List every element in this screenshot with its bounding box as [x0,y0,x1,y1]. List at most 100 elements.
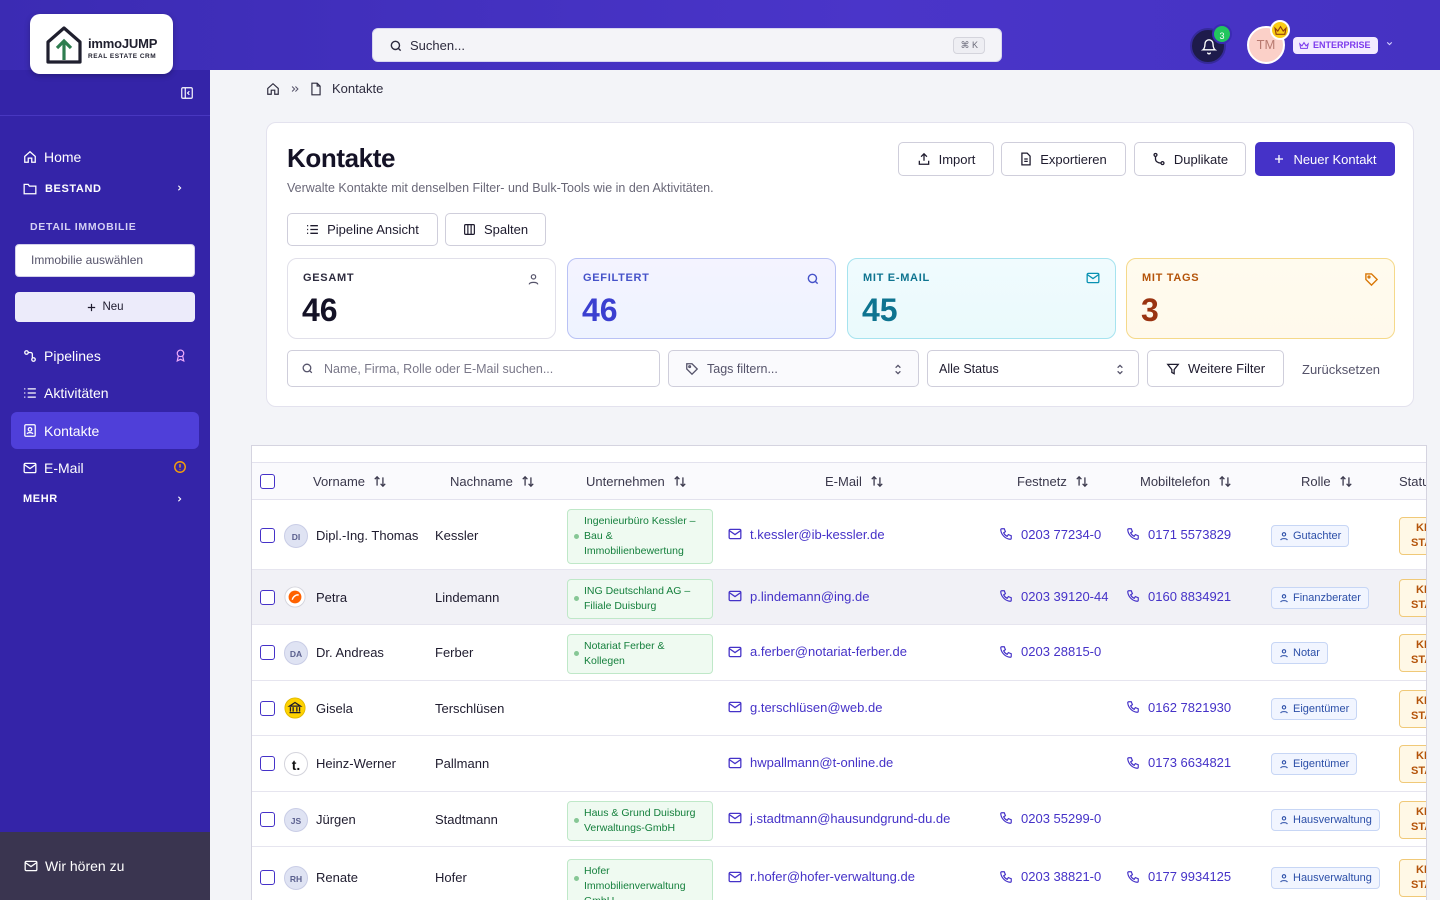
reset-filters-button[interactable]: Zurücksetzen [1302,362,1380,377]
columns-button[interactable]: Spalten [445,213,546,246]
row-checkbox[interactable] [260,756,275,771]
email-link[interactable]: r.hofer@hofer-verwaltung.de [728,869,915,884]
table-row[interactable]: DI Dipl.-Ing. Thomas Kessler Ingenieurbü… [252,501,1426,570]
column-header-unternehmen[interactable]: Unternehmen [586,474,687,489]
column-header-mobiltelefon[interactable]: Mobiltelefon [1140,474,1232,489]
feedback-button[interactable]: Wir hören zu [0,832,210,900]
table-row[interactable]: JS Jürgen Stadtmann Haus & Grund Duisbur… [252,792,1426,847]
row-checkbox[interactable] [260,527,275,543]
status-badge[interactable]: KE STA [1399,859,1426,897]
mobile-link[interactable]: 0171 5573829 [1126,527,1231,542]
app-logo[interactable]: immoJUMP REAL ESTATE CRM [30,14,173,74]
more-filters-button[interactable]: Weitere Filter [1147,350,1284,387]
notifications-button[interactable]: 3 [1190,24,1232,64]
sidebar-item-pipelines[interactable]: Pipelines [11,337,199,374]
import-button[interactable]: Import [898,142,994,176]
phone-link[interactable]: 0203 38821-0 [999,869,1101,884]
sidebar-group-mehr[interactable]: MEHR [23,493,182,505]
status-badge[interactable]: KE STA [1399,634,1426,672]
company-name: Haus & Grund Duisburg Verwaltungs-GmbH [584,806,696,834]
table-row[interactable]: Petra Lindemann ING Deutschland AG – Fil… [252,570,1426,625]
pipeline-view-button[interactable]: Pipeline Ansicht [287,213,438,246]
status-filter-select[interactable]: Alle Status [927,350,1139,387]
export-button[interactable]: Exportieren [1001,142,1126,176]
column-header-nachname[interactable]: Nachname [450,474,535,489]
status-line-1: KE [1416,864,1426,876]
role-label: Hausverwaltung [1293,872,1372,884]
chevron-up-down-icon [1117,364,1123,375]
mobile-number: 0160 8834921 [1148,588,1232,604]
column-header-vorname[interactable]: Vorname [313,474,387,489]
phone-link[interactable]: 0203 28815-0 [999,644,1101,659]
sidebar-collapse-icon[interactable] [180,86,194,100]
row-checkbox[interactable] [260,589,275,605]
sidebar-item-label: Kontakte [44,422,100,439]
table-row[interactable]: RH Renate Hofer Hofer Immobilienverwaltu… [252,847,1426,900]
row-checkbox[interactable] [260,811,275,827]
mobile-link[interactable]: 0160 8834921 [1126,589,1231,604]
status-badge[interactable]: KE STA [1399,578,1426,617]
column-header-rolle[interactable]: Rolle [1301,474,1353,489]
mobile-link[interactable]: 0173 6634821 [1126,755,1231,770]
phone-link[interactable]: 0203 77234-0 [999,527,1101,542]
sidebar-item-email[interactable]: E-Mail [11,449,199,486]
mail-icon [23,462,37,473]
status-badge[interactable]: KE STA [1399,800,1426,839]
upload-icon [918,152,929,165]
select-all-checkbox[interactable] [260,474,275,489]
status-badge[interactable]: KE STA [1399,516,1426,555]
company-tag[interactable]: Ingenieurbüro Kessler – Bau & Immobilien… [567,509,713,564]
user-avatar[interactable]: TM [1247,20,1290,64]
breadcrumb-current: Kontakte [332,81,384,96]
email-link[interactable]: j.stadtmann@hausundgrund-du.de [728,811,950,826]
column-label: Mobiltelefon [1140,474,1211,489]
home-icon[interactable] [266,82,280,96]
phone-link[interactable]: 0203 55299-0 [999,811,1101,826]
company-tag[interactable]: ING Deutschland AG – Filiale Duisburg [567,578,713,619]
sidebar-item-aktivitaeten[interactable]: Aktivitäten [11,374,199,411]
duplicates-button[interactable]: Duplikate [1134,142,1246,176]
sidebar-item-home[interactable]: Home [11,138,199,175]
company-tag[interactable]: Hofer Immobilienverwaltung GmbH [567,859,713,900]
column-header-email[interactable]: E-Mail [825,474,884,489]
company-tag[interactable]: Haus & Grund Duisburg Verwaltungs-GmbH [567,800,713,841]
company-tag[interactable]: Notariat Ferber & Kollegen [567,634,713,674]
email-link[interactable]: hwpallmann@t-online.de [728,755,893,770]
row-checkbox[interactable] [260,700,275,716]
sidebar-item-kontakte[interactable]: Kontakte [11,412,199,449]
row-checkbox[interactable] [260,645,275,660]
email-link[interactable]: p.lindemann@ing.de [728,589,869,604]
status-badge[interactable]: KE STA [1399,745,1426,783]
phone-icon [1127,701,1139,713]
row-checkbox[interactable] [260,870,275,885]
email-link[interactable]: a.ferber@notariat-ferber.de [728,644,907,659]
chevron-down-icon[interactable] [1385,39,1394,48]
status-badge[interactable]: KE STA [1399,689,1426,728]
global-search[interactable]: Suchen... ⌘ K [372,28,1002,62]
stat-value: 45 [862,292,898,328]
cell-nachname: Stadtmann [435,811,498,827]
cell-vorname: Dr. Andreas [316,645,384,660]
sidebar-group-label: BESTAND [45,182,102,195]
phone-link[interactable]: 0203 39120-44 [999,589,1108,604]
new-property-button[interactable]: Neu [15,292,195,322]
tags-filter-select[interactable]: Tags filtern... [668,350,919,387]
new-contact-button[interactable]: Neuer Kontakt [1255,142,1395,176]
list-icon [24,387,36,398]
email-link[interactable]: g.terschlüsen@web.de [728,700,882,715]
user-icon [1280,531,1288,540]
column-header-festnetz[interactable]: Festnetz [1017,474,1089,489]
table-row[interactable]: Gisela Terschlüsen g.terschlüsen@web.de … [252,681,1426,736]
contact-search-input[interactable]: Name, Firma, Rolle oder E-Mail suchen... [287,350,660,387]
company-name: ING Deutschland AG – Filiale Duisburg [584,584,691,612]
mobile-link[interactable]: 0162 7821930 [1126,700,1231,715]
email-link[interactable]: t.kessler@ib-kessler.de [728,527,885,542]
property-select[interactable]: Immobilie auswählen [15,244,195,277]
column-header-status[interactable]: Status [1399,474,1426,489]
mobile-link[interactable]: 0177 9934125 [1126,869,1231,884]
table-row[interactable]: t. Heinz-Werner Pallmann hwpallmann@t-on… [252,736,1426,792]
status-line-1: KE [1416,750,1426,762]
sidebar-group-bestand[interactable]: BESTAND [23,182,182,195]
status-line-2: STA [1411,654,1426,666]
table-row[interactable]: DA Dr. Andreas Ferber Notariat Ferber & … [252,625,1426,681]
